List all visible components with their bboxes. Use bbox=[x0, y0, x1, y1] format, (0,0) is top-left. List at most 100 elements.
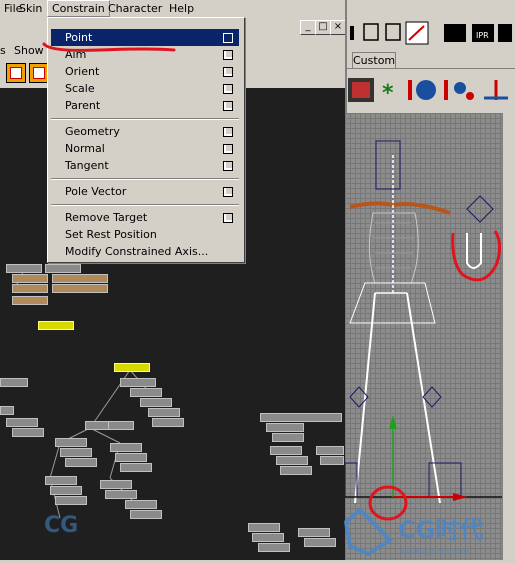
menu-item-modify-constrained-axis[interactable]: Modify Constrained Axis... bbox=[51, 243, 239, 260]
hypergraph-node[interactable] bbox=[6, 264, 42, 273]
menu-item-label: Pole Vector bbox=[65, 185, 127, 198]
hypergraph-node[interactable] bbox=[148, 408, 180, 417]
option-box-icon[interactable] bbox=[223, 84, 233, 94]
hypergraph-node[interactable] bbox=[115, 453, 147, 462]
menu-item-label: Orient bbox=[65, 65, 100, 78]
hypergraph-node[interactable] bbox=[130, 388, 162, 397]
hypergraph-node[interactable] bbox=[12, 284, 48, 293]
tab-custom[interactable]: Custom bbox=[352, 52, 396, 69]
toolbar-truncated-label: s bbox=[0, 44, 6, 57]
hypergraph-node[interactable] bbox=[50, 486, 82, 495]
option-box-icon[interactable] bbox=[223, 33, 233, 43]
hypergraph-node[interactable] bbox=[120, 463, 152, 472]
hypergraph-node[interactable] bbox=[298, 528, 330, 537]
menu-item-label: Parent bbox=[65, 99, 101, 112]
menu-item-tangent[interactable]: Tangent bbox=[51, 157, 239, 174]
menu-item-parent[interactable]: Parent bbox=[51, 97, 239, 114]
hypergraph-node[interactable] bbox=[105, 490, 137, 499]
option-box-icon[interactable] bbox=[223, 127, 233, 137]
option-box-icon[interactable] bbox=[223, 213, 233, 223]
menu-item-label: Tangent bbox=[65, 159, 109, 172]
svg-text:IPR: IPR bbox=[476, 31, 489, 40]
menu-item-orient[interactable]: Orient bbox=[51, 63, 239, 80]
hypergraph-node[interactable] bbox=[108, 421, 134, 430]
hypergraph-node[interactable] bbox=[258, 543, 290, 552]
menu-item-label: Remove Target bbox=[65, 211, 148, 224]
hypergraph-node[interactable] bbox=[320, 456, 344, 465]
menu-item-normal[interactable]: Normal bbox=[51, 140, 239, 157]
option-box-icon[interactable] bbox=[223, 144, 233, 154]
hypergraph-node[interactable] bbox=[60, 448, 92, 457]
menu-separator bbox=[51, 118, 239, 120]
tab-divider bbox=[345, 68, 515, 69]
menu-skin[interactable]: Skin bbox=[15, 1, 46, 16]
menu-item-set-rest-position[interactable]: Set Rest Position bbox=[51, 226, 239, 243]
hypergraph-node[interactable] bbox=[45, 476, 77, 485]
hypergraph-node[interactable] bbox=[6, 418, 38, 427]
hypergraph-node-selected[interactable] bbox=[114, 363, 150, 372]
hypergraph-node[interactable] bbox=[316, 446, 344, 455]
minimize-button[interactable]: _ bbox=[300, 20, 316, 35]
menu-item-scale[interactable]: Scale bbox=[51, 80, 239, 97]
hypergraph-node[interactable] bbox=[248, 523, 280, 532]
option-box-icon[interactable] bbox=[223, 187, 233, 197]
menu-character[interactable]: Character bbox=[104, 1, 166, 16]
hypergraph-node[interactable] bbox=[52, 274, 108, 283]
hypergraph-node[interactable] bbox=[270, 446, 302, 455]
hypergraph-node[interactable] bbox=[152, 418, 184, 427]
perspective-viewport[interactable] bbox=[345, 113, 502, 560]
hypergraph-node[interactable] bbox=[55, 496, 87, 505]
option-box-icon[interactable] bbox=[223, 101, 233, 111]
character-rig bbox=[345, 140, 502, 521]
hypergraph-node[interactable] bbox=[100, 480, 132, 489]
watermark-logo-text: CG时代 bbox=[398, 516, 483, 544]
hypergraph-node[interactable] bbox=[52, 284, 108, 293]
menu-item-pole-vector[interactable]: Pole Vector bbox=[51, 183, 239, 200]
menu-item-label: Normal bbox=[65, 142, 105, 155]
hypergraph-node[interactable] bbox=[12, 274, 48, 283]
hypergraph-node[interactable] bbox=[304, 538, 336, 547]
close-button[interactable]: × bbox=[330, 20, 346, 35]
hypergraph-node-selected[interactable] bbox=[38, 321, 74, 330]
menu-item-label: Set Rest Position bbox=[65, 228, 157, 241]
menu-item-geometry[interactable]: Geometry bbox=[51, 123, 239, 140]
hypergraph-node[interactable] bbox=[0, 406, 14, 415]
menu-separator bbox=[51, 178, 239, 180]
shelf-tools: * bbox=[346, 76, 515, 109]
hypergraph-node[interactable] bbox=[266, 423, 304, 432]
watermark-logo-small: CG bbox=[40, 508, 110, 540]
annotation-underline bbox=[42, 42, 176, 52]
menu-item-label: Modify Constrained Axis... bbox=[65, 245, 209, 258]
hypergraph-node[interactable] bbox=[110, 443, 142, 452]
option-box-icon[interactable] bbox=[223, 161, 233, 171]
hypergraph-node[interactable] bbox=[125, 500, 157, 509]
hypergraph-node[interactable] bbox=[280, 466, 312, 475]
hypergraph-node[interactable] bbox=[65, 458, 97, 467]
hypergraph-node[interactable] bbox=[120, 378, 156, 387]
hypergraph-node[interactable] bbox=[0, 378, 28, 387]
hypergraph-node[interactable] bbox=[260, 413, 342, 422]
hypergraph-node[interactable] bbox=[12, 296, 48, 305]
option-box-icon[interactable] bbox=[223, 50, 233, 60]
maximize-button[interactable]: □ bbox=[315, 20, 331, 35]
frame-all-icon[interactable] bbox=[6, 63, 26, 83]
menu-constrain[interactable]: Constrain bbox=[47, 0, 110, 17]
watermark: CG时代 www.cgtimo.com bbox=[340, 500, 515, 560]
hypergraph-node[interactable] bbox=[12, 428, 44, 437]
hypergraph-node[interactable] bbox=[252, 533, 284, 542]
menu-item-label: Geometry bbox=[65, 125, 120, 138]
frame-selection-icon[interactable] bbox=[29, 63, 49, 83]
hypergraph-node[interactable] bbox=[140, 398, 172, 407]
hypergraph-node[interactable] bbox=[45, 264, 81, 273]
hypergraph-node[interactable] bbox=[55, 438, 87, 447]
menu-item-remove-target[interactable]: Remove Target bbox=[51, 209, 239, 226]
svg-text:*: * bbox=[382, 81, 394, 106]
hypergraph-node[interactable] bbox=[272, 433, 304, 442]
svg-text:CG: CG bbox=[44, 513, 78, 538]
status-line-icons: IPR bbox=[348, 20, 515, 53]
menu-help[interactable]: Help bbox=[165, 1, 198, 16]
hypergraph-node[interactable] bbox=[276, 456, 308, 465]
menu-separator bbox=[51, 204, 239, 206]
hypergraph-node[interactable] bbox=[130, 510, 162, 519]
option-box-icon[interactable] bbox=[223, 67, 233, 77]
